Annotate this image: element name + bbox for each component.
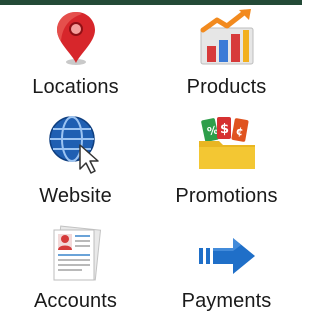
menu-item-locations[interactable]: Locations — [0, 0, 151, 104]
menu-item-label: Locations — [32, 76, 119, 98]
price-tags-folder-icon: % $ ¢ — [195, 111, 259, 175]
menu-item-label: Promotions — [175, 185, 278, 207]
menu-item-label: Products — [186, 76, 267, 98]
menu-item-accounts[interactable]: Accounts — [0, 210, 151, 314]
main-menu-grid: Locations Products Website % $ ¢ Promoti… — [0, 0, 302, 314]
menu-item-website[interactable]: Website — [0, 105, 151, 209]
menu-item-label: Payments — [181, 290, 272, 312]
map-pin-icon — [44, 6, 108, 70]
profile-document-icon — [44, 224, 108, 288]
menu-item-promotions[interactable]: % $ ¢ Promotions — [151, 105, 302, 209]
arrow-right-icon — [195, 224, 259, 288]
menu-item-payments[interactable]: Payments — [151, 210, 302, 314]
svg-text:$: $ — [220, 122, 229, 137]
globe-cursor-icon — [44, 111, 108, 175]
menu-item-label: Website — [39, 185, 112, 207]
bar-chart-growth-icon — [195, 6, 259, 70]
menu-item-products[interactable]: Products — [151, 0, 302, 104]
menu-item-label: Accounts — [33, 290, 118, 312]
